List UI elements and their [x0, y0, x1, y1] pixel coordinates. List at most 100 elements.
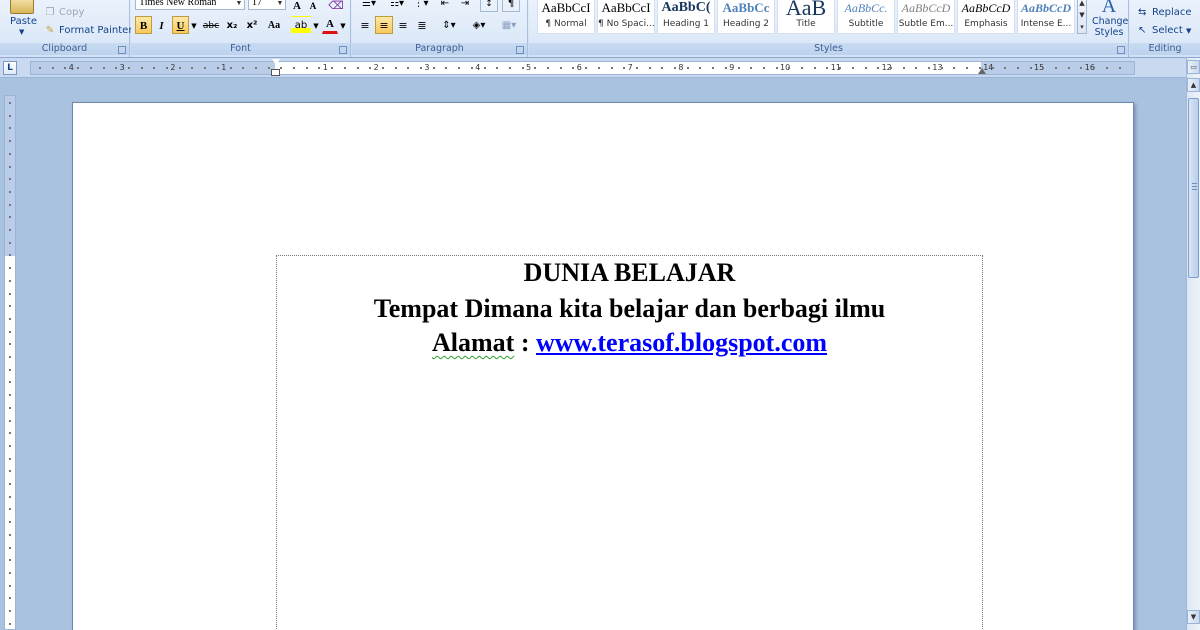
style-heading-1[interactable]: AaBbC( Heading 1	[657, 0, 715, 34]
superscript-button[interactable]: x²	[243, 16, 261, 34]
chevron-down-icon[interactable]: ▼	[312, 16, 320, 34]
vertical-ruler[interactable]	[4, 95, 16, 630]
ruler-tick	[242, 67, 245, 69]
chevron-down-icon[interactable]: ▼	[339, 16, 347, 34]
ruler-tick	[39, 67, 41, 69]
ruler-tick	[1042, 67, 1045, 69]
align-left-icon[interactable]: ≡	[356, 16, 374, 34]
font-launcher-icon[interactable]	[339, 46, 347, 54]
change-styles-button[interactable]: A Change Styles	[1092, 0, 1128, 38]
increase-indent-icon[interactable]: ⇥	[456, 0, 474, 12]
ruler-tick	[102, 67, 105, 69]
font-name-combo[interactable]: Times New Roman ▼	[135, 0, 245, 10]
tab-selector-button[interactable]: L	[3, 61, 17, 75]
vertical-ruler-tick	[9, 190, 11, 193]
ruler-tick	[813, 67, 816, 69]
scroll-down-button[interactable]: ▼	[1187, 610, 1200, 624]
left-indent-marker[interactable]	[271, 69, 280, 76]
clipboard-launcher-icon[interactable]	[118, 46, 126, 54]
chevron-down-icon[interactable]: ▼	[19, 28, 24, 36]
justify-icon[interactable]: ≣	[413, 16, 431, 34]
style-no-spacing[interactable]: AaBbCcI ¶ No Spaci...	[597, 0, 655, 34]
copy-button[interactable]: ❐ Copy	[44, 7, 85, 18]
shading-icon[interactable]: ◈▾	[466, 16, 492, 34]
ruler-tick	[178, 67, 181, 69]
vertical-ruler-tick	[9, 368, 11, 371]
bold-button[interactable]: B	[135, 16, 152, 34]
vertical-ruler-tick	[9, 521, 11, 524]
vertical-ruler-tick	[9, 394, 11, 397]
chevron-down-icon[interactable]: ▼	[275, 0, 285, 9]
align-right-icon[interactable]: ≡	[394, 16, 412, 34]
style-heading-2[interactable]: AaBbCc Heading 2	[717, 0, 775, 34]
styles-gallery-scroll[interactable]: ▲ ▼ ▾	[1077, 0, 1087, 34]
ruler-tick	[864, 67, 867, 69]
ruler-number: 1	[221, 63, 227, 72]
subscript-button[interactable]: x₂	[223, 16, 241, 34]
paste-icon[interactable]	[10, 0, 34, 14]
ruler-tick	[851, 67, 854, 69]
chevron-down-icon[interactable]: ▼	[234, 0, 244, 9]
strikethrough-button[interactable]: abc	[201, 16, 221, 34]
show-marks-icon[interactable]: ¶	[502, 0, 520, 12]
sort-icon[interactable]: ↕	[480, 0, 498, 12]
change-case-button[interactable]: Aa	[263, 16, 285, 34]
grow-font-button[interactable]: A	[289, 0, 305, 14]
ruler-tick	[966, 67, 969, 69]
ruler-tick	[902, 67, 905, 69]
paragraph-launcher-icon[interactable]	[516, 46, 524, 54]
borders-icon[interactable]: ▦▾	[496, 16, 522, 34]
multilevel-list-icon[interactable]: ⋮▾	[412, 0, 430, 12]
style-normal[interactable]: AaBbCcI ¶ Normal	[537, 0, 595, 34]
style-subtitle[interactable]: AaBbCc. Subtitle	[837, 0, 895, 34]
align-center-icon[interactable]: ≡	[375, 16, 393, 34]
highlight-button[interactable]: ab	[291, 16, 311, 34]
vertical-ruler-margin	[5, 96, 15, 256]
style-subtle-emphasis[interactable]: AaBbCcD Subtle Em...	[897, 0, 955, 34]
bullets-icon[interactable]: ☰▾	[356, 0, 382, 12]
shrink-font-button[interactable]: A	[306, 0, 320, 14]
decrease-indent-icon[interactable]: ⇤	[436, 0, 454, 12]
ruler-tick	[89, 67, 92, 69]
clear-formatting-icon[interactable]: ⌫	[327, 0, 345, 14]
style-title[interactable]: AaB Title	[777, 0, 835, 34]
format-painter-button[interactable]: ✎ Format Painter	[44, 25, 133, 36]
ruler-number: 6	[576, 63, 582, 72]
website-link[interactable]: www.terasof.blogspot.com	[536, 328, 827, 357]
font-size-combo[interactable]: 17 ▼	[248, 0, 286, 10]
style-emphasis[interactable]: AaBbCcD Emphasis	[957, 0, 1015, 34]
chevron-down-icon[interactable]: ▼	[190, 16, 198, 34]
ruler-tick	[267, 67, 270, 69]
line-spacing-icon[interactable]: ⇕▾	[436, 16, 462, 34]
font-size-value: 17	[252, 0, 262, 8]
ruler-tick	[991, 67, 994, 69]
ruler-tick	[572, 67, 575, 69]
select-button[interactable]: ↖ Select ▼	[1138, 25, 1191, 36]
scroll-up-button[interactable]: ▲	[1187, 78, 1200, 92]
first-line-indent-marker[interactable]	[272, 59, 280, 65]
vertical-scrollbar[interactable]: ▭ ▲ ▼	[1186, 58, 1200, 630]
ruler-tick	[547, 67, 549, 69]
style-name: Emphasis	[964, 19, 1008, 29]
ruler-toggle-button[interactable]: ▭	[1187, 60, 1200, 74]
font-color-button[interactable]: A	[322, 16, 338, 34]
style-name: Heading 1	[662, 19, 710, 29]
text-box[interactable]: DUNIA BELAJAR Tempat Dimana kita belajar…	[276, 255, 983, 630]
right-indent-marker[interactable]	[978, 68, 986, 74]
vertical-ruler-tick	[9, 102, 11, 104]
paste-button[interactable]: Paste	[10, 16, 37, 27]
styles-launcher-icon[interactable]	[1117, 46, 1125, 54]
ruler-tick	[394, 67, 397, 69]
ruler-tick	[724, 67, 727, 69]
editing-group: ⇆ Replace ↖ Select ▼ Editing	[1130, 0, 1200, 57]
scrollbar-thumb[interactable]	[1188, 98, 1199, 278]
style-intense-emphasis[interactable]: AaBbCcD Intense E...	[1017, 0, 1075, 34]
horizontal-ruler[interactable]: 4 3 2 1 1 2 3 4 5 6 7 8 9 10 11 12 13 14 15 16	[30, 59, 1135, 76]
document-page[interactable]: DUNIA BELAJAR Tempat Dimana kita belajar…	[72, 102, 1134, 630]
numbering-icon[interactable]: ☷▾	[384, 0, 410, 12]
replace-button[interactable]: ⇆ Replace	[1138, 7, 1192, 18]
ruler-tick	[623, 67, 626, 69]
italic-button[interactable]: I	[154, 16, 169, 34]
underline-button[interactable]: U	[172, 16, 189, 34]
style-sample: AaBbCcI	[601, 0, 651, 15]
